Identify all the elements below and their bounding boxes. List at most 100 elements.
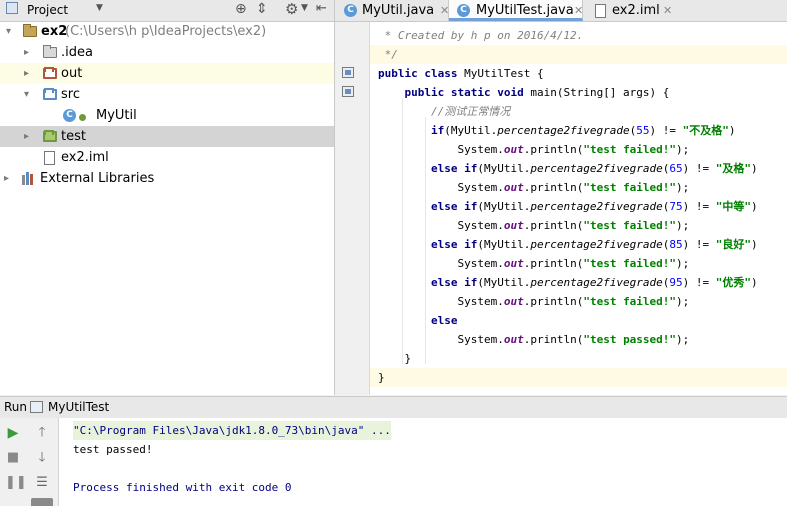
code-token: ); [676,333,690,346]
pause-icon[interactable]: ❚❚ [5,475,27,491]
tab-ex2-iml[interactable]: ex2.iml ✕ [583,0,675,21]
code-token: (MyUtil. [477,200,531,213]
stop-icon[interactable]: ■ [5,450,21,466]
excluded-folder-icon [43,67,57,79]
file-icon [595,4,606,18]
tree-item-idea[interactable]: ▸ .idea [0,42,334,63]
tab-label: MyUtilTest.java [476,3,574,18]
project-panel-title[interactable]: Project [27,3,68,17]
tree-item-src[interactable]: ▾ src [0,84,334,105]
tree-item-path: (C:\Users\h p\IdeaProjects\ex2) [65,24,267,39]
chevron-right-icon[interactable]: ▸ [24,126,36,147]
print-icon[interactable] [31,498,53,506]
chevron-right-icon[interactable]: ▸ [24,63,36,84]
down-arrow-icon[interactable]: 🡓 [34,450,50,466]
tree-item-test[interactable]: ▸ test [0,126,334,147]
tab-myutiltest-java[interactable]: C MyUtilTest.java ✕ [449,0,583,21]
tree-item-ex2-iml[interactable]: ex2.iml [0,147,334,168]
chevron-right-icon[interactable]: ▸ [24,42,36,63]
code-line: else if(MyUtil.percentage2fivegrade(95) … [370,273,787,292]
code-token: 55 [636,124,650,137]
run-toolbar: ▶ 🡑 ■ 🡓 ❚❚ ☰ [0,418,59,506]
code-line: else if(MyUtil.percentage2fivegrade(85) … [370,235,787,254]
scroll-from-source-icon[interactable]: ⊕ [235,1,247,17]
code-token: .println( [523,219,584,232]
code-line: * Created by h p on 2016/4/12. [370,26,787,45]
console-output-line: test passed! [73,443,153,456]
tab-myutil-java[interactable]: C MyUtil.java ✕ [337,0,449,21]
editor-tab-bar: C MyUtil.java ✕ C MyUtilTest.java ✕ ex2.… [335,0,787,22]
code-token: (MyUtil. [477,276,531,289]
code-token: else if [430,162,478,175]
tree-item-external-libraries[interactable]: ▸ External Libraries [0,168,334,189]
code-token: else if [430,276,478,289]
code-token: out [503,181,524,194]
tab-label: MyUtil.java [362,3,435,18]
source-folder-icon [43,88,57,100]
tree-item-myutil[interactable]: C MyUtil [0,105,334,126]
code-token: System. [378,333,504,346]
code-token: //测试正常情况 [378,105,511,118]
run-class-gutter-icon[interactable] [342,67,354,78]
chevron-down-icon[interactable]: ▾ [6,21,18,42]
code-token: percentage2fivegrade [530,162,663,175]
up-arrow-icon[interactable]: 🡑 [34,425,50,441]
code-token: * Created by h p on 2016/4/12. [378,29,584,42]
tree-item-ex2[interactable]: ▾ ex2 (C:\Users\h p\IdeaProjects\ex2) [0,21,334,42]
close-icon[interactable]: ✕ [663,0,672,21]
code-line: if(MyUtil.percentage2fivegrade(55) != "不… [370,121,787,140]
code-token: ); [676,219,690,232]
code-token: System. [378,143,504,156]
close-icon[interactable]: ✕ [440,0,449,21]
code-line: else if(MyUtil.percentage2fivegrade(65) … [370,159,787,178]
tree-item-label: ex2.iml [61,150,109,165]
run-panel-label[interactable]: Run [4,397,27,418]
project-panel: Project ▼ ⊕ ⇕ ⚙ ▼ ⇤ ▾ ex2 (C:\Users\h p\… [0,0,335,395]
rerun-icon[interactable]: ▶ [5,425,21,441]
code-token: ) != [682,200,716,213]
console-command-line: "C:\Program Files\Java\jdk1.8.0_73\bin\j… [73,421,391,440]
code-token: "不及格" [682,124,729,137]
code-line: } [370,368,787,387]
gear-icon[interactable]: ⚙ [285,0,298,18]
code-token: ) [751,162,758,175]
code-token: "test failed!" [583,219,677,232]
library-icon [22,172,36,185]
tree-item-label: .idea [61,45,93,60]
code-token: "test failed!" [583,143,677,156]
code-line: //测试正常情况 [370,102,787,121]
code-token: ) [728,124,736,137]
code-token: percentage2fivegrade [530,238,663,251]
soft-wrap-icon[interactable]: ☰ [34,475,50,491]
code-token: out [503,333,524,346]
tree-item-label: out [61,66,83,81]
code-token: 95 [669,276,683,289]
code-token: ); [676,143,690,156]
tree-item-out[interactable]: ▸ out [0,63,334,84]
code-token: ) [751,200,758,213]
code-token: "中等" [715,200,752,213]
code-token: out [503,143,524,156]
class-icon: C [344,4,357,17]
chevron-down-icon[interactable]: ▾ [24,84,36,105]
chevron-down-icon[interactable]: ▼ [96,3,103,13]
tree-item-label: src [61,87,80,102]
code-token: .println( [523,257,584,270]
run-config-name[interactable]: MyUtilTest [48,397,109,418]
code-token: "及格" [715,162,752,175]
hide-panel-icon[interactable]: ⇤ [316,1,327,16]
code-editor[interactable]: * Created by h p on 2016/4/12. */ public … [370,22,787,395]
close-icon[interactable]: ✕ [574,0,583,21]
collapse-all-icon[interactable]: ⇕ [256,1,268,17]
run-method-gutter-icon[interactable] [342,86,354,97]
code-token: (MyUtil. [477,162,531,175]
gear-dropdown-icon[interactable]: ▼ [301,3,308,13]
code-token: ) [751,238,758,251]
console-output[interactable]: "C:\Program Files\Java\jdk1.8.0_73\bin\j… [59,418,787,506]
chevron-right-icon[interactable]: ▸ [4,168,16,189]
code-line: } [370,349,787,368]
